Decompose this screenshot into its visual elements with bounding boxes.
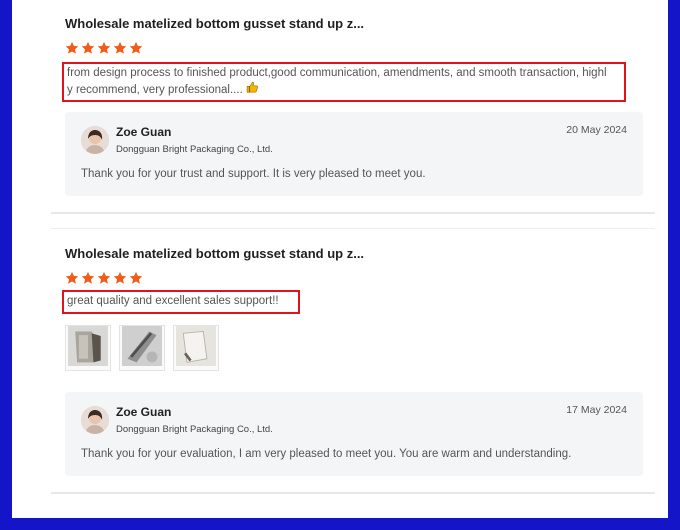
review-comment: from design process to finished product,…: [62, 62, 626, 102]
review-comment-line: from design process to finished product,…: [67, 67, 607, 79]
avatar[interactable]: [81, 126, 109, 154]
bag-photo-icon: [68, 325, 108, 371]
star-icon: [81, 271, 95, 285]
review-comment: great quality and excellent sales suppor…: [62, 290, 300, 314]
divider: [51, 212, 655, 214]
star-icon: [113, 41, 127, 55]
divider: [51, 492, 655, 494]
product-title[interactable]: Wholesale matelized bottom gusset stand …: [65, 16, 364, 31]
star-icon: [81, 41, 95, 55]
reply-date: 17 May 2024: [566, 404, 627, 416]
star-icon: [97, 271, 111, 285]
star-icon: [129, 271, 143, 285]
star-rating: [65, 41, 143, 55]
star-icon: [65, 41, 79, 55]
product-title[interactable]: Wholesale matelized bottom gusset stand …: [65, 246, 364, 261]
reply-text: Thank you for your trust and support. It…: [81, 168, 426, 180]
review-comment-line: y recommend, very professional....: [67, 81, 624, 98]
star-rating: [65, 271, 143, 285]
review-photo[interactable]: [119, 325, 165, 371]
reply-text: Thank you for your evaluation, I am very…: [81, 448, 572, 460]
seller-company[interactable]: Dongguan Bright Packaging Co., Ltd.: [116, 144, 273, 155]
review-photos: [65, 325, 219, 371]
seller-name: Zoe Guan: [116, 405, 172, 419]
star-icon: [97, 41, 111, 55]
seller-name: Zoe Guan: [116, 125, 172, 139]
seller-reply: Zoe Guan Dongguan Bright Packaging Co., …: [65, 392, 643, 476]
star-icon: [113, 271, 127, 285]
avatar[interactable]: [81, 406, 109, 434]
seller-company[interactable]: Dongguan Bright Packaging Co., Ltd.: [116, 424, 273, 435]
bag-photo-icon: [176, 325, 216, 371]
divider: [51, 228, 655, 229]
seller-reply: Zoe Guan Dongguan Bright Packaging Co., …: [65, 112, 643, 196]
review-photo[interactable]: [65, 325, 111, 371]
reviews-panel: Wholesale matelized bottom gusset stand …: [12, 0, 668, 518]
star-icon: [65, 271, 79, 285]
bag-photo-icon: [122, 325, 162, 371]
review-photo[interactable]: [173, 325, 219, 371]
star-icon: [129, 41, 143, 55]
thumbs-up-icon: [246, 81, 258, 93]
reply-date: 20 May 2024: [566, 124, 627, 136]
